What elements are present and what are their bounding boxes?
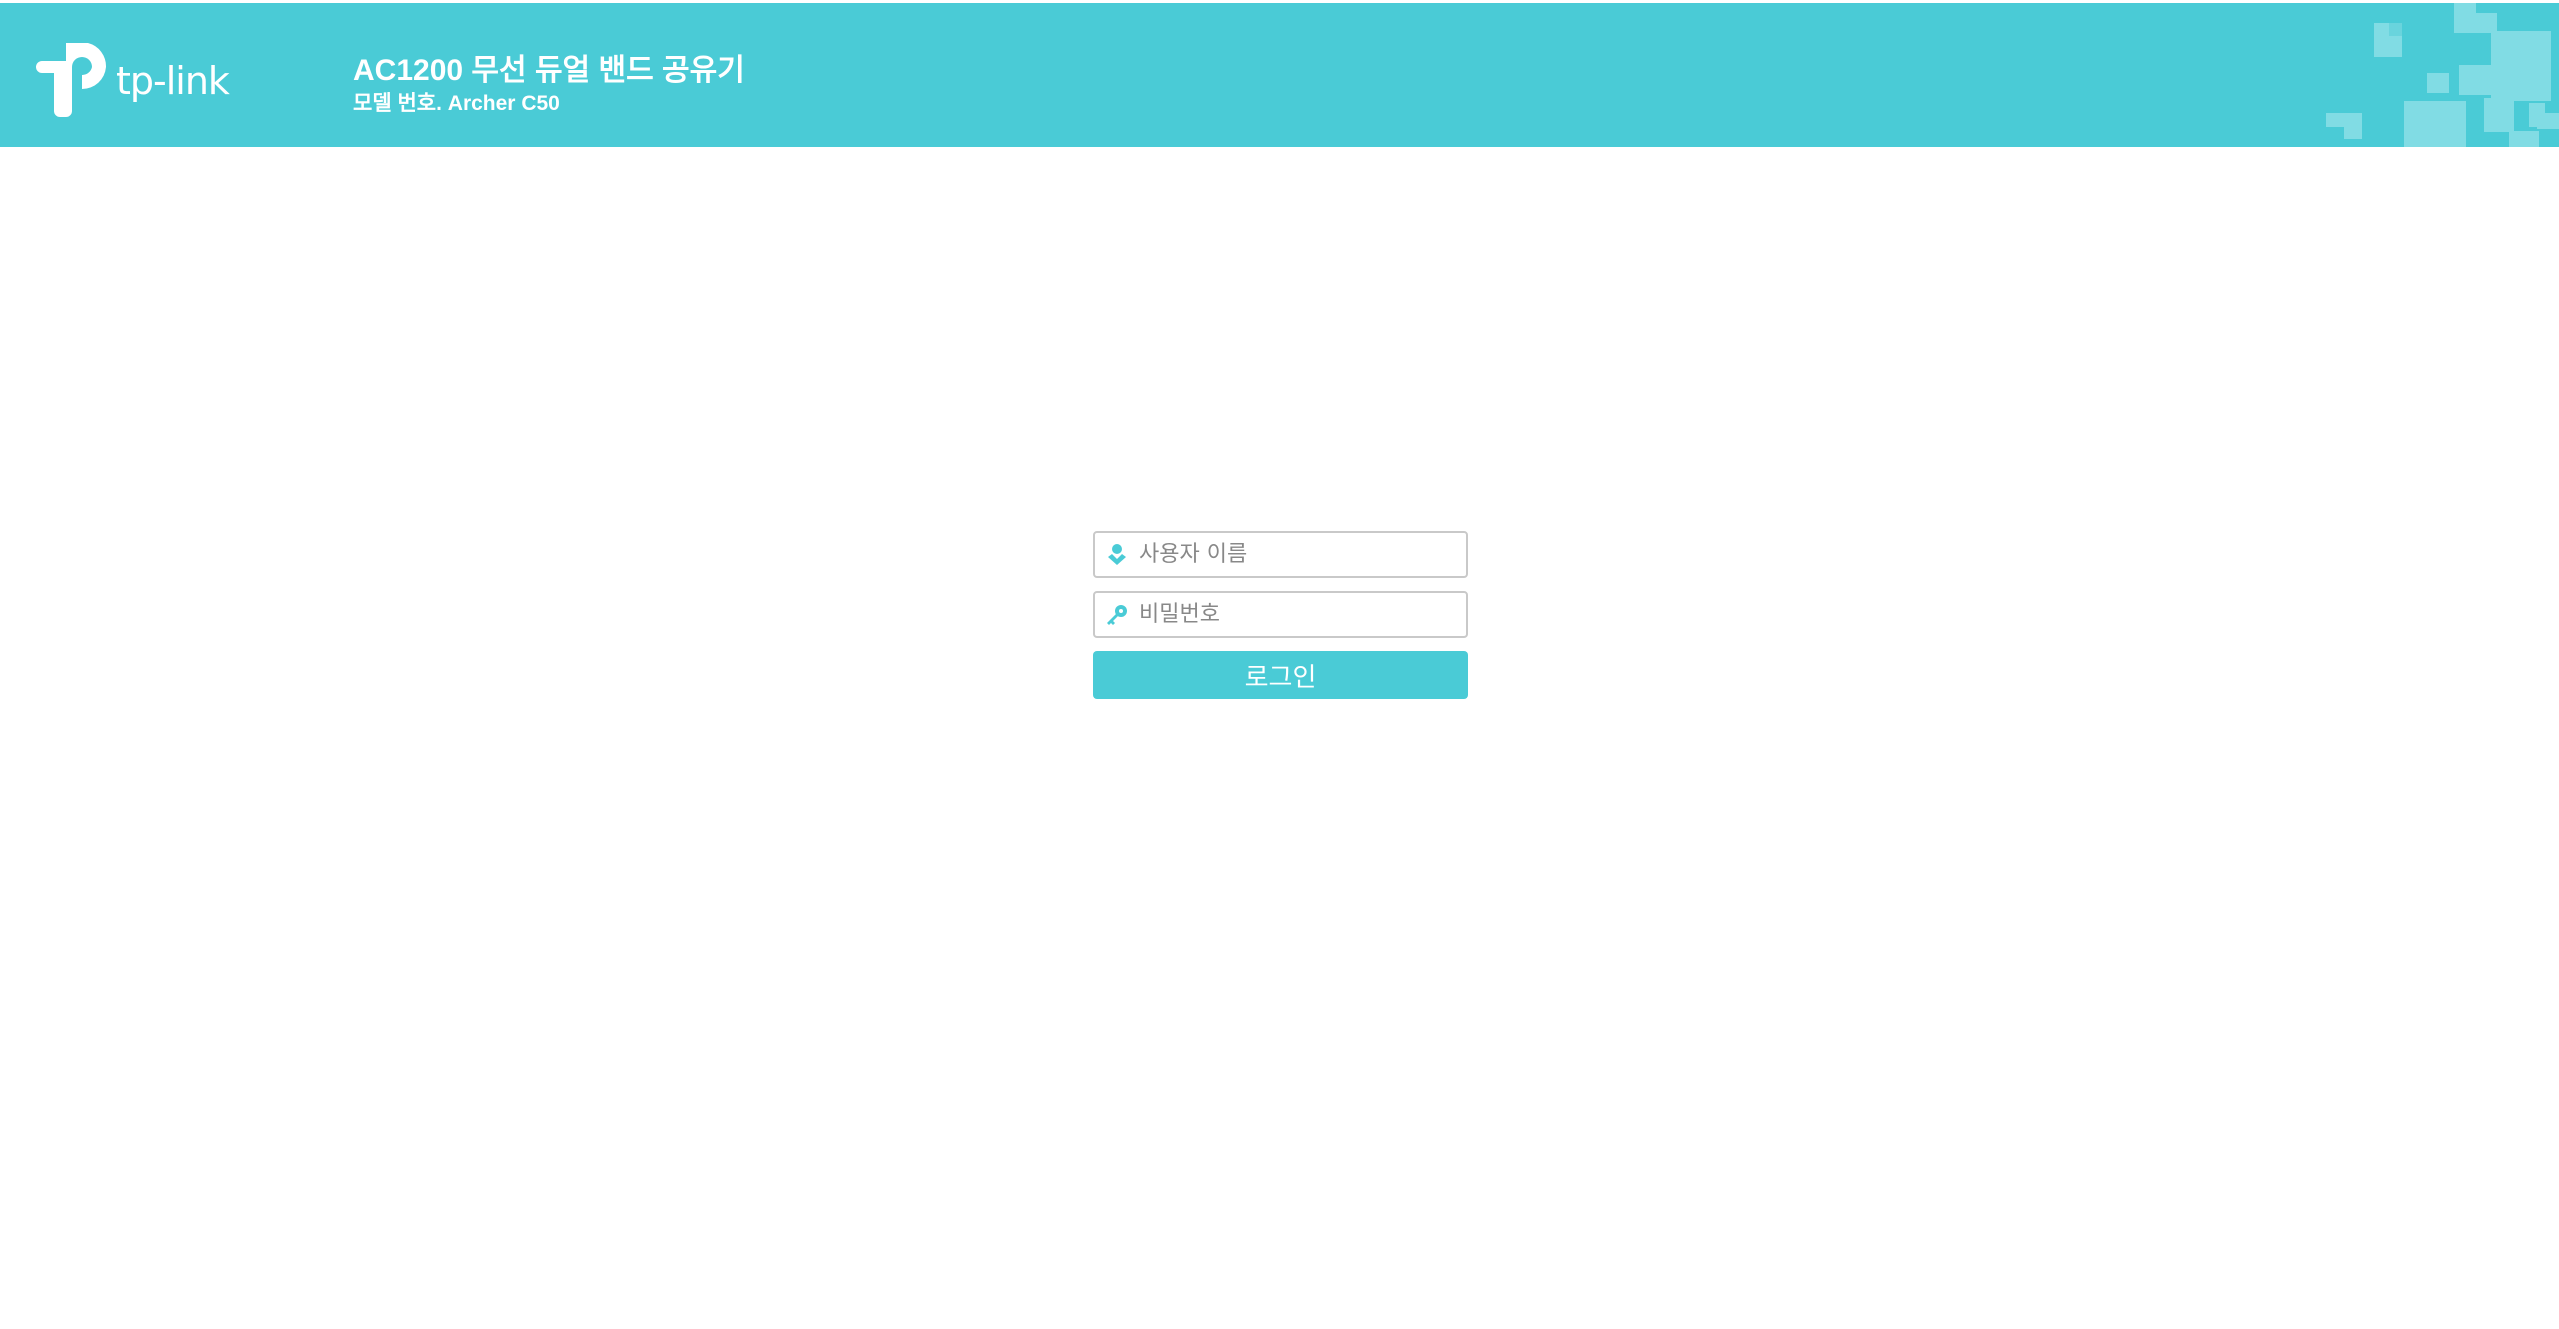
tp-link-logo-icon — [36, 43, 107, 117]
user-icon — [1108, 544, 1126, 565]
header-bar: tp-link AC1200 무선 듀얼 밴드 공유기 모델 번호. Arche… — [0, 3, 2559, 147]
username-input[interactable] — [1139, 533, 1459, 576]
password-field[interactable] — [1093, 591, 1468, 638]
login-form: 로그인 — [1093, 531, 1468, 699]
model-number: 모델 번호. Archer C50 — [353, 92, 560, 115]
password-input[interactable] — [1139, 593, 1459, 636]
header-decoration-pattern — [2326, 3, 2559, 147]
product-title: AC1200 무선 듀얼 밴드 공유기 — [353, 54, 745, 87]
brand-text: tp-link — [116, 59, 230, 103]
login-button[interactable]: 로그인 — [1093, 651, 1468, 699]
username-field[interactable] — [1093, 531, 1468, 578]
brand-logo: tp-link — [36, 43, 236, 123]
key-icon — [1107, 605, 1127, 625]
